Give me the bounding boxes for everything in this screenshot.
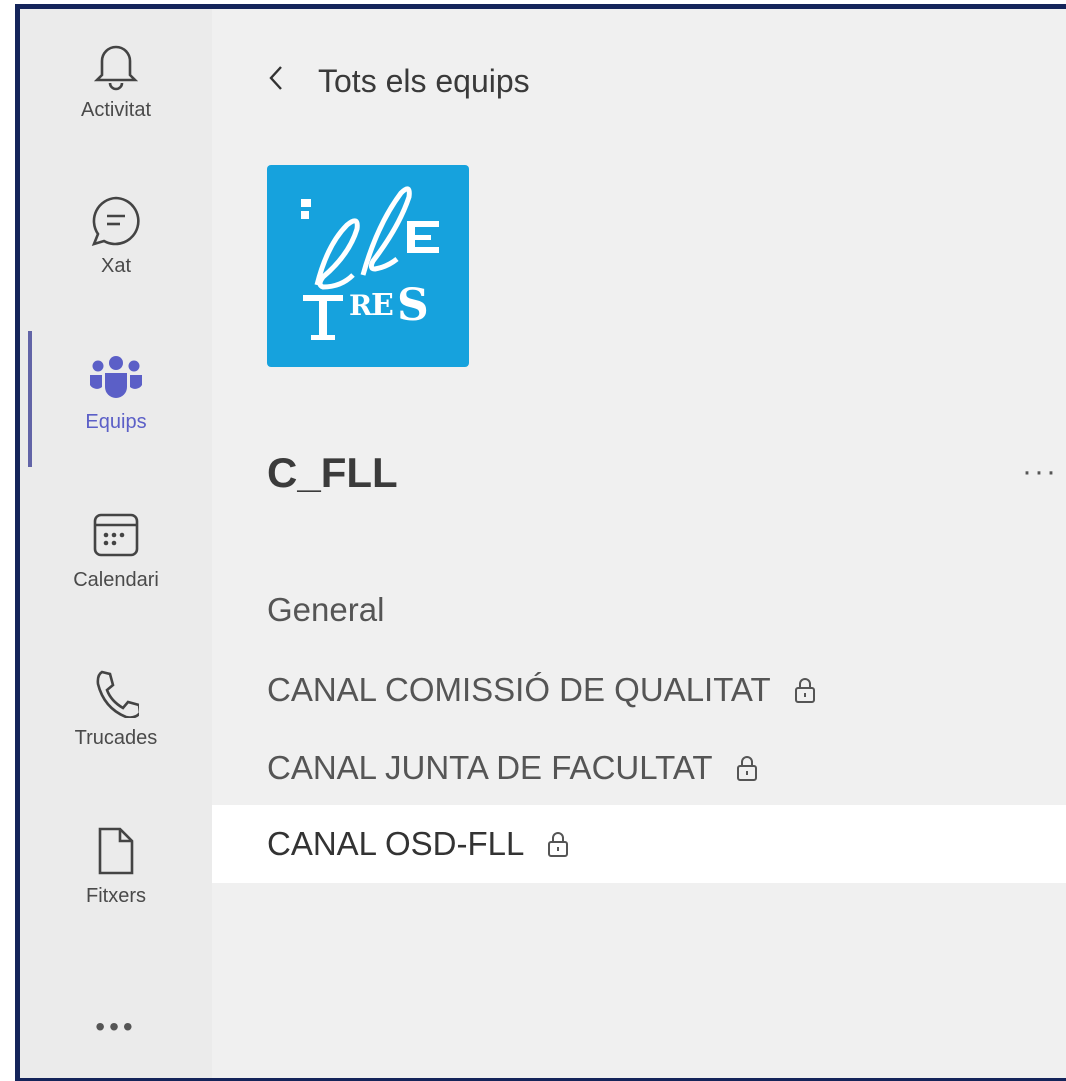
channel-label: CANAL OSD-FLL [267,825,525,862]
team-logo: R E S [267,165,469,367]
more-apps-button[interactable]: ••• [80,1009,152,1045]
channel-item-osd-fll[interactable]: CANAL OSD-FLL [212,805,1066,883]
svg-text:R: R [349,289,373,322]
rail-item-teams[interactable]: Equips [20,345,212,465]
lock-icon [793,676,817,704]
chat-icon [84,189,148,253]
back-label: Tots els equips [318,63,530,99]
channel-label: CANAL COMISSIÓ DE QUALITAT [267,671,771,708]
rail-item-label: Xat [100,255,132,277]
rail-item-label: Calendari [73,569,159,591]
teams-icon [84,345,148,409]
bell-icon [84,33,148,97]
file-icon [84,819,148,883]
team-options-button[interactable]: ··· [1022,455,1058,489]
rail-item-label: Activitat [80,99,152,121]
teams-panel: Tots els equips R E S C_FLL ··· General … [212,9,1066,1078]
phone-icon [84,661,148,725]
rail-item-label: Trucades [74,727,158,749]
rail-item-chat[interactable]: Xat [20,189,212,309]
channel-item-comissio-qualitat[interactable]: CANAL COMISSIÓ DE QUALITAT [212,651,1066,729]
rail-item-activity[interactable]: Activitat [20,33,212,153]
channel-label: CANAL JUNTA DE FACULTAT [267,749,713,786]
rail-item-calls[interactable]: Trucades [20,661,212,781]
chevron-left-icon [268,65,308,98]
app-frame: Activitat Xat Equips Calendari Trucades … [15,4,1066,1081]
svg-text:S: S [397,280,429,331]
app-rail: Activitat Xat Equips Calendari Trucades … [20,9,212,1078]
rail-item-files[interactable]: Fitxers [20,819,212,939]
svg-text:E: E [371,288,394,323]
team-name: C_FLL [267,449,398,496]
calendar-icon [84,503,148,567]
rail-item-label: Fitxers [86,885,146,907]
rail-item-calendar[interactable]: Calendari [20,503,212,623]
channel-label: General [267,591,385,628]
channel-item-general[interactable]: General [212,571,1066,649]
lock-icon [735,754,759,782]
rail-item-label: Equips [85,411,147,433]
channel-item-junta-facultat[interactable]: CANAL JUNTA DE FACULTAT [212,729,1066,807]
lock-icon [546,830,570,858]
back-to-all-teams[interactable]: Tots els equips [268,63,530,100]
